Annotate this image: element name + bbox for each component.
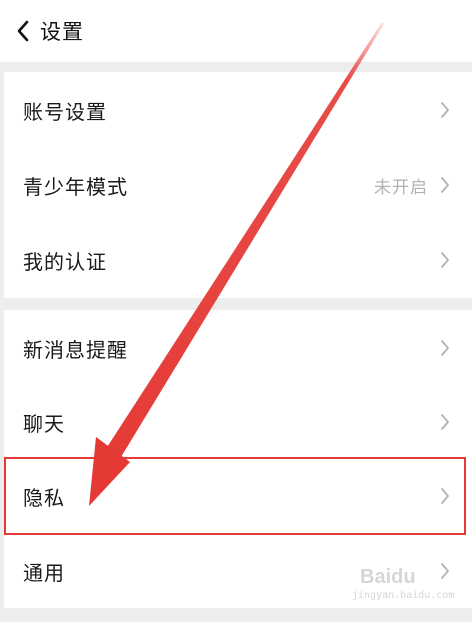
back-button[interactable] — [0, 0, 40, 62]
settings-group-account: 账号设置 青少年模式 未开启 我的认证 — [4, 72, 472, 298]
settings-item-teen-mode[interactable]: 青少年模式 未开启 — [4, 148, 472, 222]
chevron-right-icon — [440, 251, 450, 269]
chevron-right-icon — [440, 562, 450, 580]
bottom-background — [0, 608, 472, 622]
page-title: 设置 — [40, 20, 84, 44]
chevron-right-icon — [440, 101, 450, 119]
settings-item-privacy[interactable]: 隐私 — [4, 458, 472, 534]
settings-item-label: 隐私 — [23, 485, 65, 510]
settings-item-chat[interactable]: 聊天 — [4, 386, 472, 458]
settings-item-verification[interactable]: 我的认证 — [4, 222, 472, 298]
settings-item-label: 聊天 — [23, 411, 65, 436]
settings-item-notifications[interactable]: 新消息提醒 — [4, 310, 472, 386]
chevron-right-icon — [440, 487, 450, 505]
settings-item-label: 新消息提醒 — [23, 337, 128, 362]
settings-item-general[interactable]: 通用 — [4, 534, 472, 608]
settings-item-label: 我的认证 — [23, 249, 107, 274]
settings-item-account[interactable]: 账号设置 — [4, 72, 472, 148]
settings-item-label: 通用 — [23, 560, 65, 585]
teen-mode-status: 未开启 — [374, 177, 428, 198]
chevron-right-icon — [440, 413, 450, 431]
chevron-left-icon — [16, 20, 30, 42]
settings-item-label: 青少年模式 — [23, 174, 128, 199]
chevron-right-icon — [440, 339, 450, 357]
settings-item-label: 账号设置 — [23, 99, 107, 124]
settings-group-general: 新消息提醒 聊天 隐私 通用 — [4, 310, 472, 608]
chevron-right-icon — [440, 176, 450, 194]
top-bar: 设置 — [0, 0, 472, 62]
